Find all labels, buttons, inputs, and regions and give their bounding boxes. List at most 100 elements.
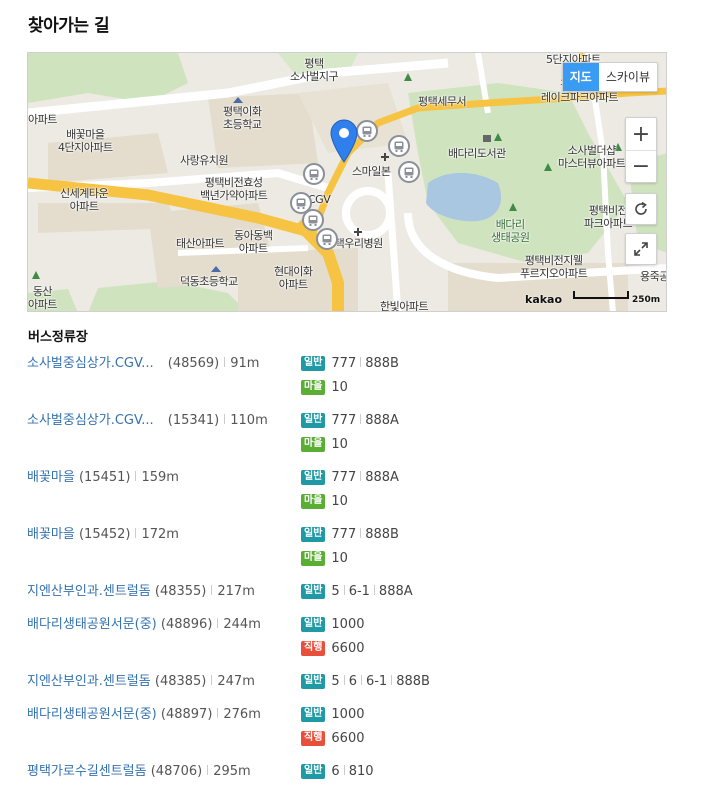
bus-stop-info: 소사벌중심상가.CGV... (48569) 91m <box>27 355 259 372</box>
bus-route-number[interactable]: 1000 <box>331 707 364 722</box>
bus-type-badge: 일반 <box>301 413 326 428</box>
bus-type-badge: 마을 <box>301 437 326 452</box>
bus-stop-marker[interactable] <box>316 228 338 250</box>
bus-stop-marker[interactable] <box>303 163 325 185</box>
bus-route-number[interactable]: 777 <box>331 527 356 542</box>
bus-route-line: 직행 6600 <box>301 730 365 747</box>
divider <box>224 357 226 367</box>
kakao-logo: kakao <box>525 293 563 306</box>
bus-stop-name-link[interactable]: 배다리생태공원서문(중) <box>27 617 161 632</box>
bus-stop-id: (15452) <box>78 527 131 542</box>
bus-route-numbers: 6 810 <box>331 764 373 779</box>
divider <box>391 675 393 685</box>
bus-stop-name-link[interactable]: 지엔산부인과.센트럴돔 <box>27 674 155 689</box>
bus-route-number[interactable]: 777 <box>331 470 356 485</box>
divider <box>217 708 219 718</box>
bus-stop-name-link[interactable]: 배다리생태공원서문(중) <box>27 707 161 722</box>
bus-type-badge: 마을 <box>301 380 326 395</box>
divider <box>360 471 362 481</box>
bus-stop-name-link[interactable]: 지엔산부인과.센트럴돔 <box>27 584 155 599</box>
bus-route-line: 일반 777 888A <box>301 469 399 486</box>
bus-route-number[interactable]: 6-1 <box>366 674 387 689</box>
bus-route-number[interactable]: 6 <box>331 764 339 779</box>
map-label-hanbit: 한빛아파트 <box>380 300 429 312</box>
location-map[interactable]: 평택소사벌지구 5단지아파트 평택세무서 평택비전레이크파크아파트 평택이화초등… <box>27 52 667 312</box>
map-type-map-button[interactable]: 지도 <box>562 63 599 91</box>
bus-route-number[interactable]: 5 <box>331 584 339 599</box>
bus-route-number[interactable]: 6-1 <box>349 584 370 599</box>
zoom-controls: + − <box>625 117 657 183</box>
bus-stop-name-link[interactable]: 소사벌중심상가.CGV... <box>27 413 158 428</box>
bus-stop-id: (48706) <box>150 764 203 779</box>
bus-route-number[interactable]: 888A <box>365 413 399 428</box>
bus-route-line: 일반 777 888A <box>301 412 399 429</box>
bus-stop-marker[interactable] <box>356 120 378 142</box>
bus-route-numbers: 6600 <box>331 731 364 746</box>
bus-route-numbers: 777 888B <box>331 356 399 371</box>
bus-route-line: 일반 1000 <box>301 616 365 633</box>
bus-route-number[interactable]: 6 <box>349 674 357 689</box>
bus-type-badge: 일반 <box>301 764 326 779</box>
divider <box>360 528 362 538</box>
bus-route-number[interactable]: 888B <box>365 527 399 542</box>
bus-stop-name-link[interactable]: 소사벌중심상가.CGV... <box>27 356 158 371</box>
bus-route-number[interactable]: 888A <box>365 470 399 485</box>
bus-route-number[interactable]: 6600 <box>331 641 364 656</box>
map-label-dongah: 동아동백 아파트 <box>234 229 273 255</box>
bus-stop-name-link[interactable]: 배꽃마을 <box>27 470 79 485</box>
bus-route-number[interactable]: 777 <box>331 413 356 428</box>
bus-route-number[interactable]: 888A <box>379 584 413 599</box>
bus-icon <box>394 141 404 152</box>
zoom-in-button[interactable]: + <box>626 118 656 150</box>
map-label-ihwa-elementary: 평택이화 초등학교 <box>223 105 262 131</box>
refresh-button[interactable] <box>625 193 657 225</box>
bus-stop-info: 배다리생태공원서문(중) (48896) 244m <box>27 616 261 633</box>
bus-route-line: 일반 777 888B <box>301 526 399 543</box>
map-label-dongsan: 동산 아파트 <box>28 285 57 311</box>
bus-route-number[interactable]: 10 <box>331 551 348 566</box>
bus-route-number[interactable]: 10 <box>331 380 348 395</box>
bus-route-number[interactable]: 888B <box>365 356 399 371</box>
bus-stop-id: (48385) <box>154 674 207 689</box>
zoom-out-button[interactable]: − <box>626 150 656 182</box>
bus-stop-info: 평택가로수길센트럴돔 (48706) 295m <box>27 763 251 780</box>
map-label-apt-left: 아파트 <box>28 113 57 126</box>
bus-route-line: 일반 6 810 <box>301 763 374 780</box>
bus-route-numbers: 1000 <box>331 617 364 632</box>
bus-type-badge: 일반 <box>301 707 326 722</box>
bus-type-badge: 일반 <box>301 356 326 371</box>
map-type-skyview-button[interactable]: 스카이뷰 <box>599 63 657 91</box>
bus-route-line: 일반 5 6 6-1 888B <box>301 673 430 690</box>
bus-stop-distance: 276m <box>223 707 261 722</box>
bus-stop-id: (48355) <box>154 584 207 599</box>
map-label-shinsegae: 신세계타운 아파트 <box>60 187 109 213</box>
bus-route-numbers: 10 <box>331 494 348 509</box>
divider <box>343 675 345 685</box>
map-label-yongjuk: 용죽공 <box>640 270 667 283</box>
bus-stop-marker[interactable] <box>302 209 324 231</box>
bus-stop-distance: 247m <box>217 674 255 689</box>
bus-stops-title: 버스정류장 <box>28 330 88 345</box>
bus-route-numbers: 5 6-1 888A <box>331 584 412 599</box>
bus-route-number[interactable]: 6600 <box>331 731 364 746</box>
bus-route-number[interactable]: 5 <box>331 674 339 689</box>
map-label-smile-center: 스마일본 <box>352 165 391 178</box>
bus-route-number[interactable]: 810 <box>349 764 374 779</box>
bus-route-number[interactable]: 10 <box>331 494 348 509</box>
bus-route-number[interactable]: 10 <box>331 437 348 452</box>
bus-route-number[interactable]: 777 <box>331 356 356 371</box>
bus-stop-name-link[interactable]: 배꽃마을 <box>27 527 79 542</box>
bus-stop-id: (15451) <box>78 470 131 485</box>
bus-stop-distance: 172m <box>141 527 179 542</box>
divider <box>207 765 209 775</box>
bus-stop-marker[interactable] <box>398 161 420 183</box>
bus-route-number[interactable]: 1000 <box>331 617 364 632</box>
bus-stop-name-link[interactable]: 평택가로수길센트럴돔 <box>27 764 151 779</box>
fullscreen-button[interactable] <box>625 233 657 265</box>
location-pin-icon[interactable] <box>330 119 358 163</box>
bus-stop-marker[interactable] <box>388 135 410 157</box>
bus-stop-id: (48897) <box>160 707 213 722</box>
bus-icon <box>322 234 332 245</box>
bus-route-number[interactable]: 888B <box>396 674 430 689</box>
bus-route-line: 일반 777 888B <box>301 355 399 372</box>
